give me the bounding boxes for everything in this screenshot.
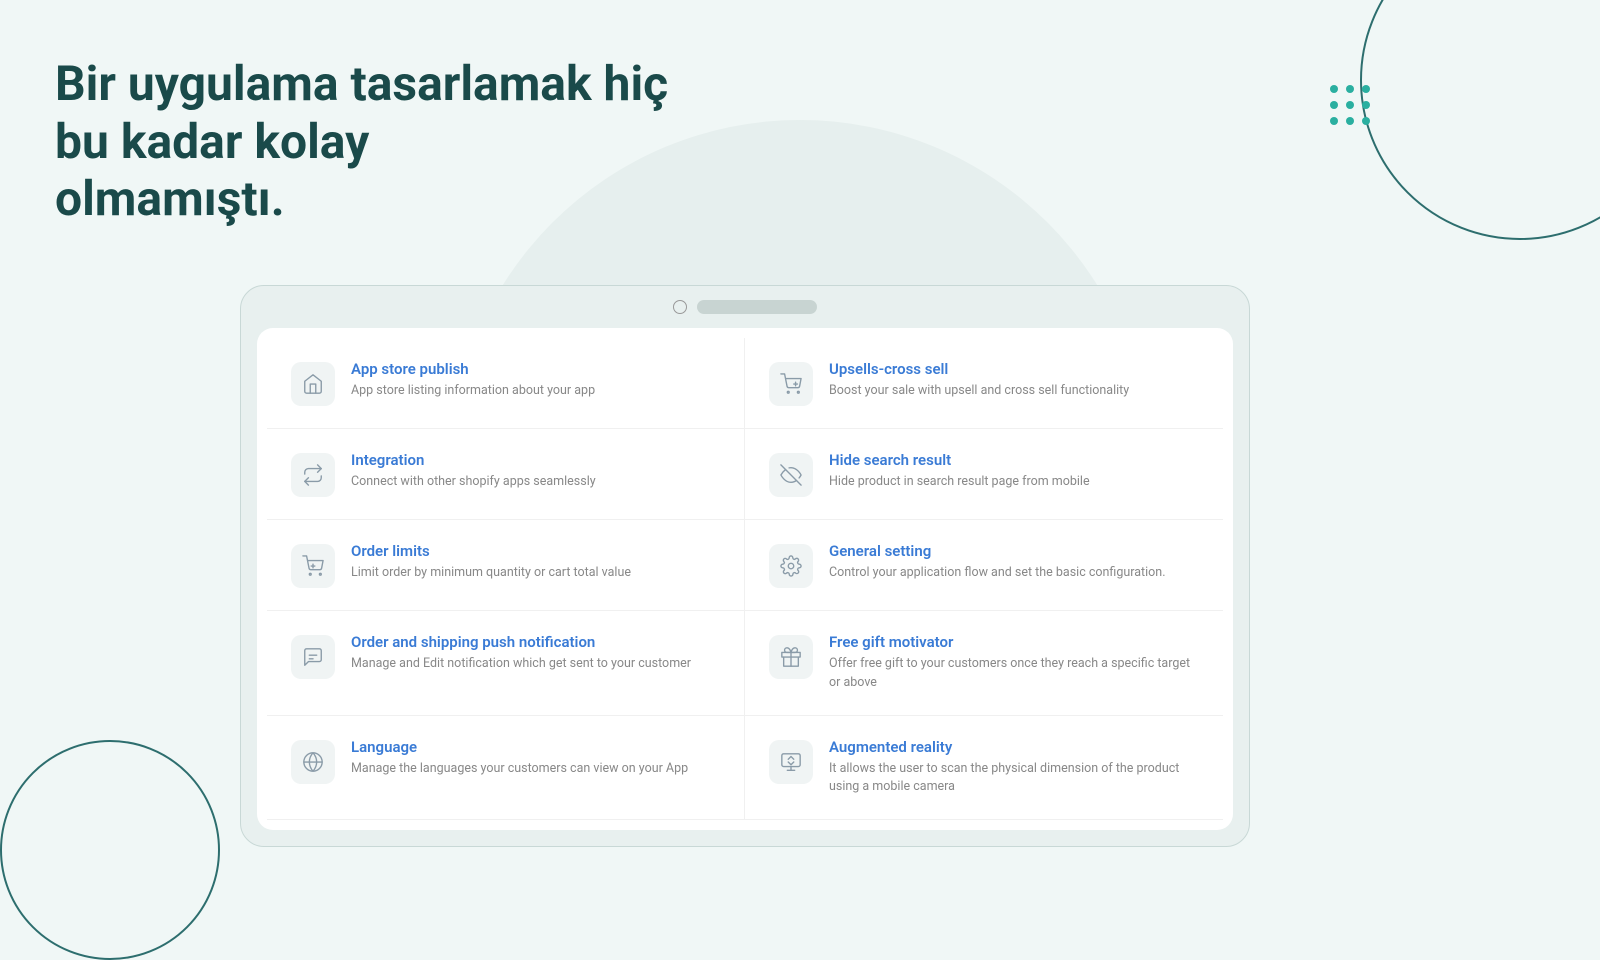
free-gift-motivator-text: Free gift motivator Offer free gift to y… [829,633,1199,693]
upsell-icon [780,373,802,395]
upsells-cross-sell-desc: Boost your sale with upsell and cross se… [829,382,1129,401]
headline: Bir uygulama tasarlamak hiç bu kadar kol… [55,55,675,228]
integration-title: Integration [351,451,596,469]
dot-6 [1362,101,1370,109]
device-content-area: App store publish App store listing info… [257,328,1233,830]
app-store-publish-desc: App store listing information about your… [351,382,595,401]
upsells-cross-sell-text: Upsells-cross sell Boost your sale with … [829,360,1129,401]
order-shipping-notification-title: Order and shipping push notification [351,633,691,651]
order-limits-text: Order limits Limit order by minimum quan… [351,542,631,583]
general-setting-text: General setting Control your application… [829,542,1166,583]
augmented-reality-icon-wrap [769,740,813,784]
language-desc: Manage the languages your customers can … [351,760,688,779]
feature-item-order-shipping-notification[interactable]: Order and shipping push notification Man… [267,611,745,716]
integration-icon-wrap [291,453,335,497]
order-limits-icon [302,555,324,577]
ar-icon [780,751,802,773]
language-title: Language [351,738,688,756]
gift-icon [780,646,802,668]
order-shipping-notification-desc: Manage and Edit notification which get s… [351,655,691,674]
feature-item-hide-search-result[interactable]: Hide search result Hide product in searc… [745,429,1223,520]
integration-icon [302,464,324,486]
dots-grid-decoration [1330,85,1370,125]
feature-item-order-limits[interactable]: Order limits Limit order by minimum quan… [267,520,745,611]
dot-7 [1330,117,1338,125]
augmented-reality-title: Augmented reality [829,738,1199,756]
feature-item-upsells-cross-sell[interactable]: Upsells-cross sell Boost your sale with … [745,338,1223,429]
dot-1 [1330,85,1338,93]
free-gift-motivator-title: Free gift motivator [829,633,1199,651]
app-store-publish-icon-wrap [291,362,335,406]
general-setting-icon-wrap [769,544,813,588]
dot-3 [1362,85,1370,93]
language-icon-wrap [291,740,335,784]
free-gift-motivator-icon-wrap [769,635,813,679]
dot-5 [1346,101,1354,109]
integration-text: Integration Connect with other shopify a… [351,451,596,492]
augmented-reality-text: Augmented reality It allows the user to … [829,738,1199,798]
features-grid: App store publish App store listing info… [267,338,1223,820]
general-setting-title: General setting [829,542,1166,560]
device-circle-indicator [673,300,687,314]
dot-2 [1346,85,1354,93]
hide-search-result-text: Hide search result Hide product in searc… [829,451,1090,492]
free-gift-motivator-desc: Offer free gift to your customers once t… [829,655,1199,693]
background-circle-top-right [1360,0,1600,240]
order-limits-icon-wrap [291,544,335,588]
dot-8 [1346,117,1354,125]
augmented-reality-desc: It allows the user to scan the physical … [829,760,1199,798]
upsells-cross-sell-icon-wrap [769,362,813,406]
general-setting-desc: Control your application flow and set th… [829,564,1166,583]
order-limits-desc: Limit order by minimum quantity or cart … [351,564,631,583]
device-top-bar [241,286,1249,328]
order-shipping-notification-text: Order and shipping push notification Man… [351,633,691,674]
feature-item-augmented-reality[interactable]: Augmented reality It allows the user to … [745,716,1223,821]
language-icon [302,751,324,773]
device-mockup: App store publish App store listing info… [240,285,1250,847]
app-store-publish-text: App store publish App store listing info… [351,360,595,401]
feature-item-language[interactable]: Language Manage the languages your custo… [267,716,745,821]
notification-icon [302,646,324,668]
order-shipping-notification-icon-wrap [291,635,335,679]
upsells-cross-sell-title: Upsells-cross sell [829,360,1129,378]
headline-text: Bir uygulama tasarlamak hiç bu kadar kol… [55,55,675,228]
feature-item-integration[interactable]: Integration Connect with other shopify a… [267,429,745,520]
feature-item-general-setting[interactable]: General setting Control your application… [745,520,1223,611]
store-icon [302,373,324,395]
dot-9 [1362,117,1370,125]
settings-icon [780,555,802,577]
feature-item-free-gift-motivator[interactable]: Free gift motivator Offer free gift to y… [745,611,1223,716]
hide-search-icon [780,464,802,486]
app-store-publish-title: App store publish [351,360,595,378]
background-circle-bottom-left [0,740,220,960]
device-pill-indicator [697,300,817,314]
hide-search-result-title: Hide search result [829,451,1090,469]
hide-search-result-icon-wrap [769,453,813,497]
integration-desc: Connect with other shopify apps seamless… [351,473,596,492]
order-limits-title: Order limits [351,542,631,560]
dot-4 [1330,101,1338,109]
hide-search-result-desc: Hide product in search result page from … [829,473,1090,492]
language-text: Language Manage the languages your custo… [351,738,688,779]
feature-item-app-store-publish[interactable]: App store publish App store listing info… [267,338,745,429]
